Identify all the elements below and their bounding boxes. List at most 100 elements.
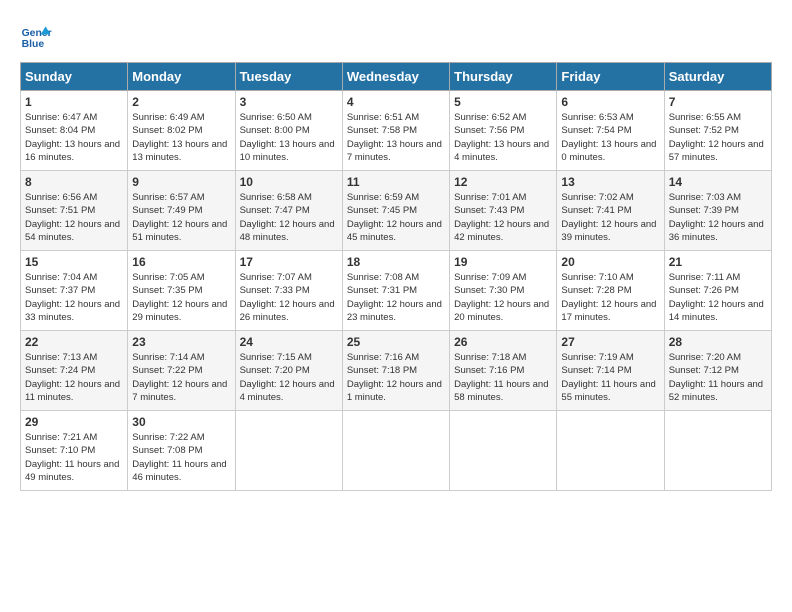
- header-saturday: Saturday: [664, 63, 771, 91]
- header-tuesday: Tuesday: [235, 63, 342, 91]
- calendar-day-cell: 28 Sunrise: 7:20 AMSunset: 7:12 PMDayligh…: [664, 331, 771, 411]
- day-details: Sunrise: 6:58 AMSunset: 7:47 PMDaylight:…: [240, 191, 338, 244]
- day-details: Sunrise: 7:18 AMSunset: 7:16 PMDaylight:…: [454, 351, 552, 404]
- calendar-day-cell: 27 Sunrise: 7:19 AMSunset: 7:14 PMDayligh…: [557, 331, 664, 411]
- calendar-day-cell: 15 Sunrise: 7:04 AMSunset: 7:37 PMDayligh…: [21, 251, 128, 331]
- calendar-day-cell: 8Sunrise: 6:56 AMSunset: 7:51 PMDaylight…: [21, 171, 128, 251]
- day-details: Sunrise: 7:14 AMSunset: 7:22 PMDaylight:…: [132, 351, 230, 404]
- day-number: 7: [669, 95, 767, 109]
- day-number: 22: [25, 335, 123, 349]
- calendar-day-cell: 17Sunrise: 7:07 AMSunset: 7:33 PMDayligh…: [235, 251, 342, 331]
- calendar-day-cell: 5 Sunrise: 6:52 AMSunset: 7:56 PMDaylight…: [450, 91, 557, 171]
- day-details: Sunrise: 6:53 AMSunset: 7:54 PMDaylight:…: [561, 111, 659, 164]
- day-details: Sunrise: 7:08 AMSunset: 7:31 PMDaylight:…: [347, 271, 445, 324]
- day-number: 2: [132, 95, 230, 109]
- week-row-2: 8Sunrise: 6:56 AMSunset: 7:51 PMDaylight…: [21, 171, 772, 251]
- day-details: Sunrise: 6:55 AMSunset: 7:52 PMDaylight:…: [669, 111, 767, 164]
- day-details: Sunrise: 6:47 AMSunset: 8:04 PMDaylight:…: [25, 111, 123, 164]
- calendar-day-cell: [235, 411, 342, 491]
- day-number: 30: [132, 415, 230, 429]
- day-details: Sunrise: 7:15 AMSunset: 7:20 PMDaylight:…: [240, 351, 338, 404]
- day-details: Sunrise: 7:05 AMSunset: 7:35 PMDaylight:…: [132, 271, 230, 324]
- calendar-day-cell: 18 Sunrise: 7:08 AMSunset: 7:31 PMDayligh…: [342, 251, 449, 331]
- day-number: 12: [454, 175, 552, 189]
- day-number: 27: [561, 335, 659, 349]
- page-header: General Blue: [20, 20, 772, 52]
- calendar-body: 1 Sunrise: 6:47 AMSunset: 8:04 PMDaylight…: [21, 91, 772, 491]
- calendar-day-cell: 29 Sunrise: 7:21 AMSunset: 7:10 PMDayligh…: [21, 411, 128, 491]
- week-row-1: 1 Sunrise: 6:47 AMSunset: 8:04 PMDaylight…: [21, 91, 772, 171]
- day-details: Sunrise: 6:49 AMSunset: 8:02 PMDaylight:…: [132, 111, 230, 164]
- calendar-header-row: SundayMondayTuesdayWednesdayThursdayFrid…: [21, 63, 772, 91]
- day-details: Sunrise: 6:52 AMSunset: 7:56 PMDaylight:…: [454, 111, 552, 164]
- day-number: 17: [240, 255, 338, 269]
- day-number: 21: [669, 255, 767, 269]
- header-monday: Monday: [128, 63, 235, 91]
- day-details: Sunrise: 7:03 AMSunset: 7:39 PMDaylight:…: [669, 191, 767, 244]
- day-number: 25: [347, 335, 445, 349]
- day-number: 19: [454, 255, 552, 269]
- calendar-day-cell: 11Sunrise: 6:59 AMSunset: 7:45 PMDayligh…: [342, 171, 449, 251]
- day-details: Sunrise: 7:22 AMSunset: 7:08 PMDaylight:…: [132, 431, 230, 484]
- calendar-day-cell: [664, 411, 771, 491]
- week-row-5: 29 Sunrise: 7:21 AMSunset: 7:10 PMDayligh…: [21, 411, 772, 491]
- day-number: 18: [347, 255, 445, 269]
- calendar-day-cell: 30 Sunrise: 7:22 AMSunset: 7:08 PMDayligh…: [128, 411, 235, 491]
- day-number: 23: [132, 335, 230, 349]
- calendar-day-cell: [450, 411, 557, 491]
- calendar-day-cell: 9 Sunrise: 6:57 AMSunset: 7:49 PMDaylight…: [128, 171, 235, 251]
- day-number: 1: [25, 95, 123, 109]
- day-number: 14: [669, 175, 767, 189]
- header-friday: Friday: [557, 63, 664, 91]
- day-number: 28: [669, 335, 767, 349]
- header-sunday: Sunday: [21, 63, 128, 91]
- calendar-day-cell: 1 Sunrise: 6:47 AMSunset: 8:04 PMDaylight…: [21, 91, 128, 171]
- calendar-day-cell: 26Sunrise: 7:18 AMSunset: 7:16 PMDayligh…: [450, 331, 557, 411]
- calendar-day-cell: 3 Sunrise: 6:50 AMSunset: 8:00 PMDaylight…: [235, 91, 342, 171]
- calendar-day-cell: 25 Sunrise: 7:16 AMSunset: 7:18 PMDayligh…: [342, 331, 449, 411]
- day-details: Sunrise: 6:57 AMSunset: 7:49 PMDaylight:…: [132, 191, 230, 244]
- week-row-3: 15 Sunrise: 7:04 AMSunset: 7:37 PMDayligh…: [21, 251, 772, 331]
- day-details: Sunrise: 6:51 AMSunset: 7:58 PMDaylight:…: [347, 111, 445, 164]
- svg-text:Blue: Blue: [22, 39, 45, 50]
- calendar-day-cell: [557, 411, 664, 491]
- calendar-day-cell: 4Sunrise: 6:51 AMSunset: 7:58 PMDaylight…: [342, 91, 449, 171]
- day-number: 3: [240, 95, 338, 109]
- day-details: Sunrise: 7:20 AMSunset: 7:12 PMDaylight:…: [669, 351, 767, 404]
- calendar-day-cell: 24 Sunrise: 7:15 AMSunset: 7:20 PMDayligh…: [235, 331, 342, 411]
- day-details: Sunrise: 7:21 AMSunset: 7:10 PMDaylight:…: [25, 431, 123, 484]
- calendar-day-cell: 19 Sunrise: 7:09 AMSunset: 7:30 PMDayligh…: [450, 251, 557, 331]
- logo: General Blue: [20, 20, 56, 52]
- day-details: Sunrise: 7:10 AMSunset: 7:28 PMDaylight:…: [561, 271, 659, 324]
- calendar-day-cell: 23 Sunrise: 7:14 AMSunset: 7:22 PMDayligh…: [128, 331, 235, 411]
- calendar-day-cell: 14 Sunrise: 7:03 AMSunset: 7:39 PMDayligh…: [664, 171, 771, 251]
- calendar-day-cell: 13 Sunrise: 7:02 AMSunset: 7:41 PMDayligh…: [557, 171, 664, 251]
- day-number: 5: [454, 95, 552, 109]
- day-number: 15: [25, 255, 123, 269]
- day-number: 29: [25, 415, 123, 429]
- day-details: Sunrise: 7:09 AMSunset: 7:30 PMDaylight:…: [454, 271, 552, 324]
- calendar-day-cell: 6 Sunrise: 6:53 AMSunset: 7:54 PMDaylight…: [557, 91, 664, 171]
- day-number: 16: [132, 255, 230, 269]
- header-thursday: Thursday: [450, 63, 557, 91]
- day-number: 9: [132, 175, 230, 189]
- day-details: Sunrise: 7:02 AMSunset: 7:41 PMDaylight:…: [561, 191, 659, 244]
- day-number: 13: [561, 175, 659, 189]
- day-details: Sunrise: 6:50 AMSunset: 8:00 PMDaylight:…: [240, 111, 338, 164]
- day-details: Sunrise: 6:59 AMSunset: 7:45 PMDaylight:…: [347, 191, 445, 244]
- calendar-day-cell: 22Sunrise: 7:13 AMSunset: 7:24 PMDayligh…: [21, 331, 128, 411]
- day-details: Sunrise: 6:56 AMSunset: 7:51 PMDaylight:…: [25, 191, 123, 244]
- day-number: 24: [240, 335, 338, 349]
- calendar-day-cell: 10Sunrise: 6:58 AMSunset: 7:47 PMDayligh…: [235, 171, 342, 251]
- calendar-day-cell: 2 Sunrise: 6:49 AMSunset: 8:02 PMDaylight…: [128, 91, 235, 171]
- day-details: Sunrise: 7:19 AMSunset: 7:14 PMDaylight:…: [561, 351, 659, 404]
- day-number: 6: [561, 95, 659, 109]
- day-details: Sunrise: 7:04 AMSunset: 7:37 PMDaylight:…: [25, 271, 123, 324]
- header-wednesday: Wednesday: [342, 63, 449, 91]
- day-details: Sunrise: 7:11 AMSunset: 7:26 PMDaylight:…: [669, 271, 767, 324]
- day-details: Sunrise: 7:16 AMSunset: 7:18 PMDaylight:…: [347, 351, 445, 404]
- calendar-day-cell: 12 Sunrise: 7:01 AMSunset: 7:43 PMDayligh…: [450, 171, 557, 251]
- day-details: Sunrise: 7:01 AMSunset: 7:43 PMDaylight:…: [454, 191, 552, 244]
- calendar-day-cell: 7 Sunrise: 6:55 AMSunset: 7:52 PMDaylight…: [664, 91, 771, 171]
- calendar-table: SundayMondayTuesdayWednesdayThursdayFrid…: [20, 62, 772, 491]
